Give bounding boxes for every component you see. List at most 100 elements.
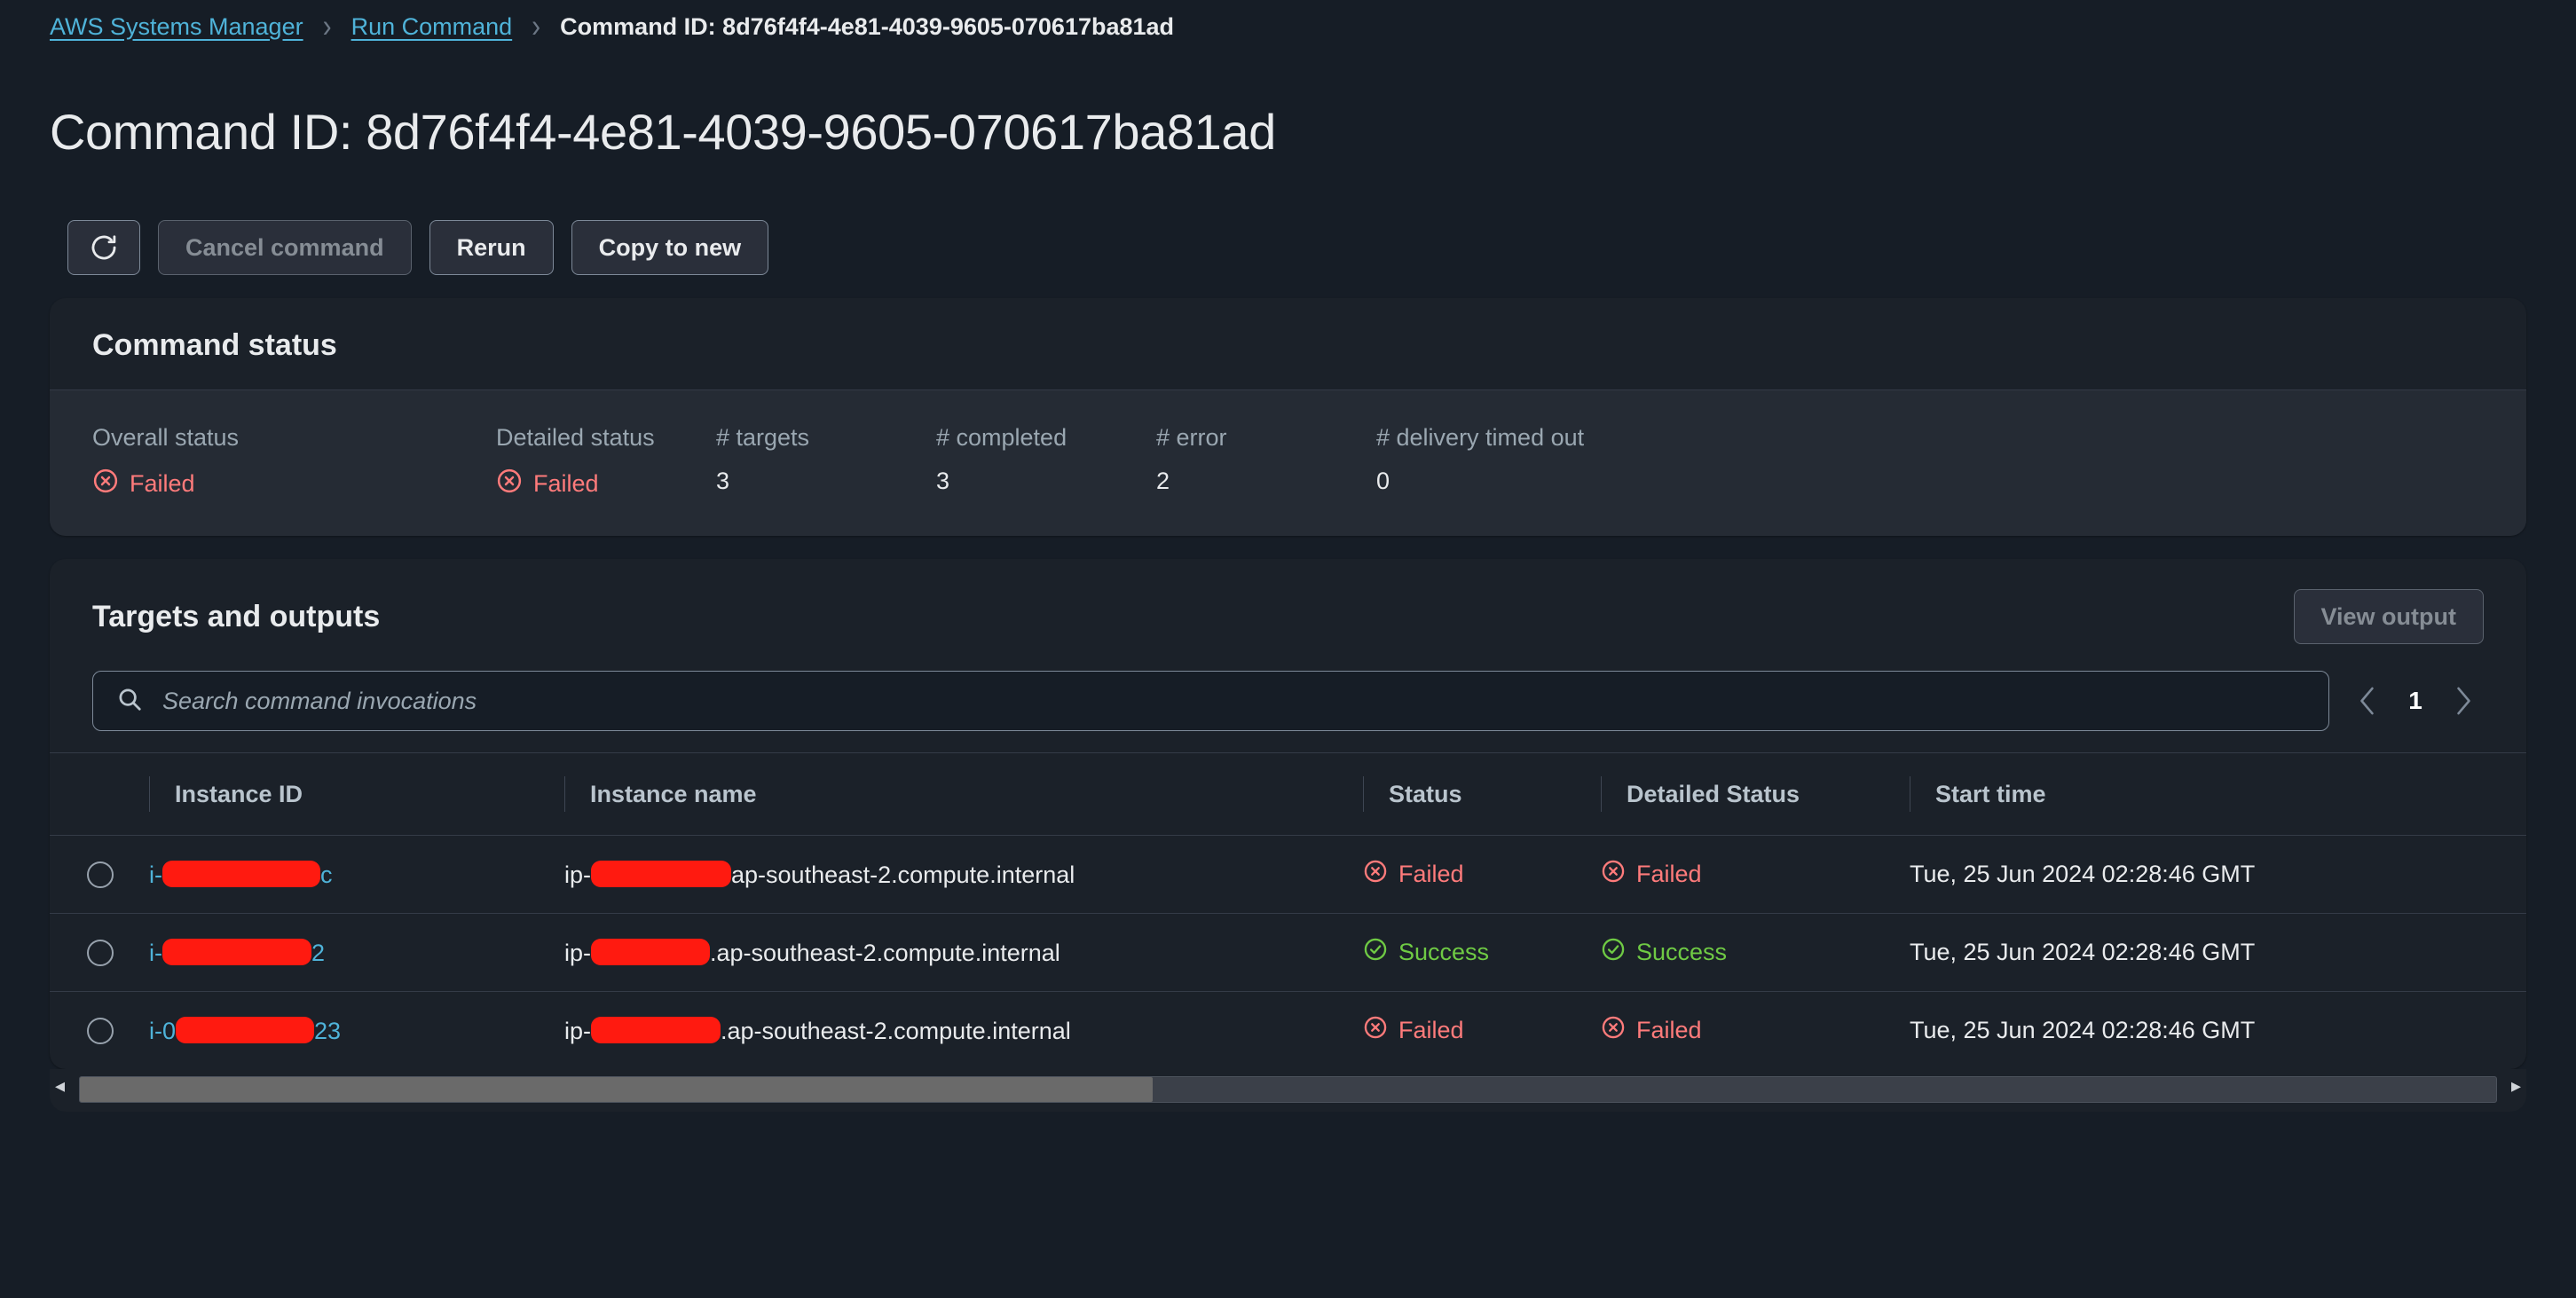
- column-header-start-time[interactable]: Start time: [1910, 752, 2460, 837]
- search-input[interactable]: [161, 686, 2305, 716]
- column-header-select: [50, 752, 149, 837]
- cell-instance-id: i-0 23: [149, 992, 564, 1070]
- instance-id-prefix: i-0: [149, 1017, 177, 1044]
- refresh-icon: [89, 232, 119, 263]
- cell-instance-id: i-c: [149, 835, 564, 915]
- redaction-bar: [591, 860, 732, 887]
- command-status-card: Command status Overall status Failed Det…: [50, 298, 2526, 537]
- detailed-status-badge: Failed: [1601, 1015, 1910, 1046]
- cell-instance-name: ip- .ap-southeast-2.compute.internal: [564, 913, 1363, 993]
- targets-and-outputs-card: Targets and outputs View output 1: [50, 559, 2526, 1070]
- success-circle-icon: [1363, 937, 1388, 968]
- column-header-detailed-status[interactable]: Detailed Status: [1601, 752, 1910, 837]
- row-radio-button[interactable]: [87, 861, 114, 888]
- instance-id-suffix: 23: [314, 1017, 342, 1044]
- detailed-status-badge: Failed: [1601, 859, 1910, 890]
- column-header-spacer: [2460, 752, 2526, 837]
- stat-label: # completed: [936, 424, 1067, 452]
- scroll-left-arrow-icon[interactable]: ◂: [50, 1076, 70, 1096]
- cell-detailed-status: Success: [1601, 913, 1910, 993]
- refresh-button[interactable]: [67, 220, 140, 276]
- table-row[interactable]: i-0 23 ip- .ap-southeast-2.compute.interna…: [50, 992, 2526, 1070]
- error-circle-icon: [496, 468, 523, 500]
- column-header-instance-name[interactable]: Instance name: [564, 752, 1363, 837]
- row-select-cell: [50, 992, 149, 1070]
- stat-error: # error 2: [1156, 424, 1376, 500]
- stat-value-text: Failed: [130, 470, 195, 498]
- cell-status: Failed: [1363, 835, 1601, 915]
- command-status-title: Command status: [92, 328, 337, 363]
- breadcrumb: AWS Systems Manager › Run Command › Comm…: [0, 0, 2576, 53]
- stat-label: # delivery timed out: [1376, 424, 1585, 452]
- stat-value: Failed: [496, 468, 716, 500]
- cancel-command-button[interactable]: Cancel command: [158, 220, 412, 276]
- table-row[interactable]: i-c ip-ap-southeast-2.compute.internal F…: [50, 835, 2526, 915]
- column-header-instance-id[interactable]: Instance ID: [149, 752, 564, 837]
- breadcrumb-link-aws-systems-manager[interactable]: AWS Systems Manager: [50, 13, 303, 41]
- cell-detailed-status: Failed: [1601, 835, 1910, 915]
- instance-name-prefix: ip-: [564, 939, 592, 966]
- horizontal-scrollbar[interactable]: ◂ ▸: [50, 1069, 2526, 1113]
- rerun-button[interactable]: Rerun: [429, 220, 554, 276]
- cell-instance-id: i- 2: [149, 913, 564, 993]
- instance-id-prefix: i-: [149, 861, 162, 888]
- scroll-right-arrow-icon[interactable]: ▸: [2506, 1076, 2526, 1096]
- stat-label: Detailed status: [496, 424, 655, 452]
- cell-instance-name: ip- .ap-southeast-2.compute.internal: [564, 992, 1363, 1070]
- row-radio-button[interactable]: [87, 1017, 114, 1044]
- breadcrumb-separator-icon: ›: [532, 7, 541, 44]
- instance-id-link[interactable]: i-c: [149, 860, 333, 888]
- status-badge: Failed: [1363, 859, 1601, 890]
- breadcrumb-current-command-id: Command ID: 8d76f4f4-4e81-4039-9605-0706…: [560, 12, 1175, 40]
- success-circle-icon: [1601, 937, 1626, 968]
- detailed-status-text: Success: [1636, 939, 1728, 966]
- pagination: 1: [2352, 680, 2484, 721]
- stat-value: Failed: [92, 468, 496, 500]
- instance-name-prefix: ip-: [564, 861, 592, 888]
- command-status-header: Command status: [50, 298, 2526, 389]
- status-badge: Success: [1363, 937, 1601, 968]
- instance-id-link[interactable]: i- 2: [149, 938, 326, 966]
- cell-spacer: [2460, 992, 2526, 1070]
- stat-overall-status: Overall status Failed: [92, 424, 496, 500]
- row-select-cell: [50, 913, 149, 993]
- search-command-invocations-box[interactable]: [92, 671, 2329, 732]
- cell-start-time: Tue, 25 Jun 2024 02:28:46 GMT: [1910, 835, 2460, 915]
- pagination-page-1[interactable]: 1: [2406, 687, 2425, 715]
- scrollbar-thumb[interactable]: [80, 1077, 1154, 1103]
- instance-name-suffix: ap-southeast-2.compute.internal: [731, 861, 1075, 888]
- stat-value: 2: [1156, 468, 1170, 495]
- chevron-right-icon[interactable]: [2448, 680, 2478, 721]
- search-icon: [116, 686, 143, 717]
- column-header-status[interactable]: Status: [1363, 752, 1601, 837]
- cell-status: Success: [1363, 913, 1601, 993]
- instance-name-prefix: ip-: [564, 1017, 592, 1044]
- table-row[interactable]: i- 2 ip- .ap-southeast-2.compute.internal …: [50, 913, 2526, 993]
- command-invocations-table: Instance ID Instance name Status Detaile…: [50, 752, 2526, 1069]
- stat-value: 3: [716, 468, 730, 495]
- status-text: Success: [1398, 939, 1490, 966]
- instance-id-suffix: c: [320, 861, 333, 888]
- instance-id-link[interactable]: i-0 23: [149, 1016, 342, 1044]
- instance-id-suffix: 2: [311, 939, 326, 966]
- view-output-button[interactable]: View output: [2293, 589, 2484, 645]
- chevron-left-icon[interactable]: [2352, 680, 2383, 721]
- stat-label: # error: [1156, 424, 1227, 452]
- stat-detailed-status: Detailed status Failed: [496, 424, 716, 500]
- row-radio-button[interactable]: [87, 939, 114, 966]
- error-circle-icon: [1363, 1015, 1388, 1046]
- stat-value: 0: [1376, 468, 1390, 495]
- breadcrumb-separator-icon: ›: [322, 7, 332, 44]
- targets-title: Targets and outputs: [92, 599, 381, 633]
- redaction-bar: [162, 860, 320, 887]
- copy-to-new-button[interactable]: Copy to new: [571, 220, 769, 276]
- stat-label: # targets: [716, 424, 810, 452]
- cell-start-time: Tue, 25 Jun 2024 02:28:46 GMT: [1910, 1017, 2256, 1044]
- cell-spacer: [2460, 835, 2526, 915]
- scrollbar-track[interactable]: [79, 1076, 2497, 1104]
- row-select-cell: [50, 835, 149, 915]
- stat-value: 3: [936, 468, 950, 495]
- redaction-bar: [591, 1016, 721, 1043]
- status-text: Failed: [1398, 1017, 1464, 1044]
- breadcrumb-link-run-command[interactable]: Run Command: [351, 13, 513, 41]
